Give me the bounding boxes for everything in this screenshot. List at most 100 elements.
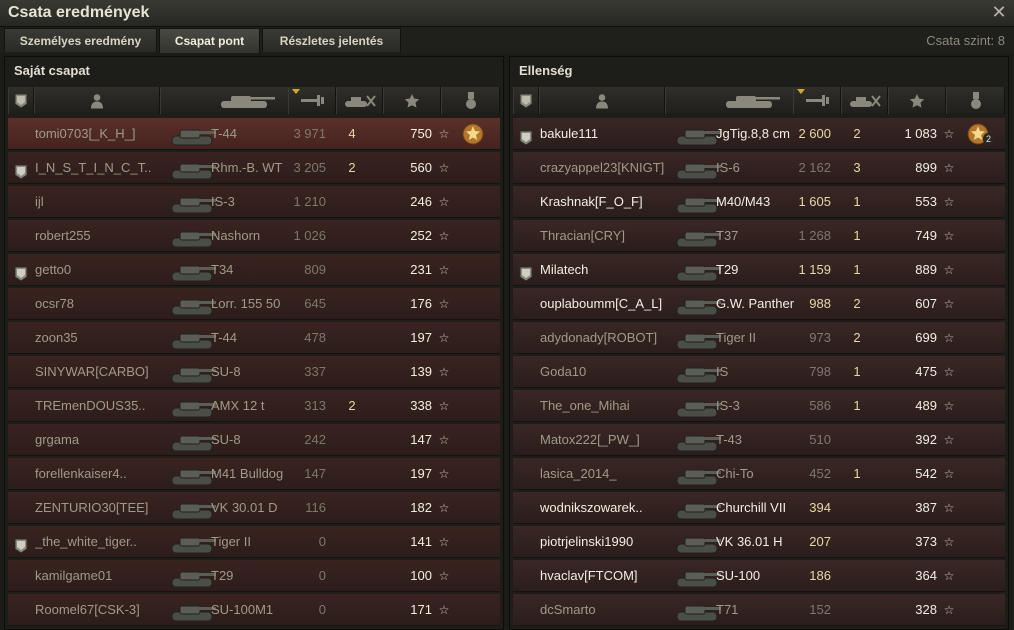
table-row[interactable]: SINYWAR[CARBO] SU-8 337 139 ☆ xyxy=(8,356,500,388)
table-row[interactable]: The_one_Mihai IS-3 586 1 489 ☆ xyxy=(513,390,1005,422)
player-name: The_one_Mihai xyxy=(540,398,630,413)
column-header-medal[interactable] xyxy=(946,87,1005,114)
star-icon: ☆ xyxy=(438,535,450,549)
table-row[interactable]: ijl IS-3 1 210 246 ☆ xyxy=(8,186,500,218)
damage-value: 313 xyxy=(304,398,326,413)
table-row[interactable]: robert255 Nashorn 1 026 252 ☆ xyxy=(8,220,500,252)
tank-icon xyxy=(166,152,216,184)
xp-value: 899 xyxy=(915,160,937,175)
column-header-damage[interactable] xyxy=(288,87,336,114)
medal-icon[interactable] xyxy=(456,118,486,150)
table-row[interactable]: adydonady[ROBOT] Tiger II 973 2 699 ☆ xyxy=(513,322,1005,354)
tab-bar: Személyes eredmény Csapat pont Részletes… xyxy=(0,27,1014,53)
xp-value: 231 xyxy=(410,262,432,277)
player-name: TREmenDOUS35.. xyxy=(35,398,146,413)
column-header-medal[interactable] xyxy=(441,87,500,114)
xp-value: 364 xyxy=(915,568,937,583)
table-row[interactable]: lasica_2014_ Chi-To 452 1 542 ☆ xyxy=(513,458,1005,490)
table-row[interactable]: bakule111 JgTig.8,8 cm 2 600 2 1 083 ☆ 2 xyxy=(513,118,1005,150)
table-row[interactable]: ocsr78 Lorr. 155 50 645 176 ☆ xyxy=(8,288,500,320)
tank-icon xyxy=(671,390,721,422)
player-name: dcSmarto xyxy=(540,602,596,617)
tank-icon xyxy=(166,254,216,286)
table-row[interactable]: dcSmarto T71 152 328 ☆ xyxy=(513,594,1005,626)
column-header-rank[interactable] xyxy=(8,87,34,114)
column-header-player[interactable] xyxy=(34,87,160,114)
damage-value: 152 xyxy=(809,602,831,617)
enemy-team-title: Ellenség xyxy=(519,63,573,78)
damage-value: 1 268 xyxy=(798,228,831,243)
table-row[interactable]: Matox222[_PW_] T-43 510 392 ☆ xyxy=(513,424,1005,456)
column-header-player[interactable] xyxy=(539,87,665,114)
star-icon: ☆ xyxy=(943,263,955,277)
table-row[interactable]: Milatech T29 1 159 1 889 ☆ xyxy=(513,254,1005,286)
xp-value: 889 xyxy=(915,262,937,277)
kills-value: 2 xyxy=(348,160,356,175)
enemy-team-header xyxy=(513,87,1005,114)
damage-value: 1 605 xyxy=(798,194,831,209)
player-name: Milatech xyxy=(540,262,589,277)
player-name: ijl xyxy=(35,194,44,209)
damage-value: 1 026 xyxy=(293,228,326,243)
table-row[interactable]: wodnikszowarek.. Churchill VII 394 387 ☆ xyxy=(513,492,1005,524)
close-icon[interactable]: ✕ xyxy=(990,2,1008,22)
column-header-rank[interactable] xyxy=(513,87,539,114)
xp-value: 373 xyxy=(915,534,937,549)
damage-value: 1 159 xyxy=(798,262,831,277)
player-name: Roomel67[CSK-3] xyxy=(35,602,140,617)
kills-value xyxy=(330,560,374,592)
table-row[interactable]: piotrjelinski1990 VK 36.01 H 207 373 ☆ xyxy=(513,526,1005,558)
tab-personal-result[interactable]: Személyes eredmény xyxy=(4,28,157,52)
xp-value: 328 xyxy=(915,602,937,617)
table-row[interactable]: Thracian[CRY] T37 1 268 1 749 ☆ xyxy=(513,220,1005,252)
xp-value: 197 xyxy=(410,330,432,345)
tank-icon xyxy=(671,594,721,626)
column-header-xp-star[interactable] xyxy=(888,87,946,114)
kills-value xyxy=(330,458,374,490)
star-icon: ☆ xyxy=(943,127,955,141)
damage-value: 116 xyxy=(305,500,326,515)
table-row[interactable]: ZENTURIO30[TEE] VK 30.01 D 116 182 ☆ xyxy=(8,492,500,524)
table-row[interactable]: _the_white_tiger.. Tiger II 0 141 ☆ xyxy=(8,526,500,558)
table-row[interactable]: ouplaboumm[C_A_L] G.W. Panther 988 2 607 ☆ xyxy=(513,288,1005,320)
tab-detailed-report[interactable]: Részletes jelentés xyxy=(262,28,401,52)
column-header-damage[interactable] xyxy=(793,87,841,114)
damage-value: 207 xyxy=(809,534,831,549)
sort-desc-icon xyxy=(292,89,300,94)
table-row[interactable]: Goda10 IS 798 1 475 ☆ xyxy=(513,356,1005,388)
star-icon: ☆ xyxy=(438,195,450,209)
table-row[interactable]: Krashnak[F_O_F] M40/M43 1 605 1 553 ☆ xyxy=(513,186,1005,218)
table-row[interactable]: I_N_S_T_I_N_C_T.. Rhm.-B. WT 3 205 2 560 ☆ xyxy=(8,152,500,184)
table-row[interactable]: zoon35 T-44 478 197 ☆ xyxy=(8,322,500,354)
star-icon: ☆ xyxy=(438,161,450,175)
kills-value xyxy=(835,560,879,592)
table-row[interactable]: grgama SU-8 242 147 ☆ xyxy=(8,424,500,456)
table-row[interactable]: getto0 T34 809 231 ☆ xyxy=(8,254,500,286)
table-row[interactable]: forellenkaiser4.. M41 Bulldog 147 197 ☆ xyxy=(8,458,500,490)
tank-icon xyxy=(166,118,216,150)
table-row[interactable]: tomi0703[_K_H_] T-44 3 971 4 750 ☆ xyxy=(8,118,500,150)
table-row[interactable]: hvaclav[FTCOM] SU-100 186 364 ☆ xyxy=(513,560,1005,592)
star-icon: ☆ xyxy=(943,603,955,617)
kills-value xyxy=(330,254,374,286)
rank-icon xyxy=(12,254,30,286)
player-name: adydonady[ROBOT] xyxy=(540,330,658,345)
tank-icon xyxy=(671,254,721,286)
column-header-xp-star[interactable] xyxy=(383,87,441,114)
column-header-kills[interactable] xyxy=(336,87,383,114)
kills-value: 3 xyxy=(853,160,861,175)
tab-team-score[interactable]: Csapat pont xyxy=(159,28,260,53)
rank-icon xyxy=(517,254,535,286)
damage-value: 1 210 xyxy=(293,194,326,209)
player-name: Matox222[_PW_] xyxy=(540,432,640,447)
sort-desc-icon xyxy=(797,89,805,94)
table-row[interactable]: kamilgame01 T29 0 100 ☆ xyxy=(8,560,500,592)
kills-value xyxy=(330,288,374,320)
battle-level: Csata szint: 8 xyxy=(926,33,1005,48)
table-row[interactable]: crazyappel23[KNIGT] IS-6 2 162 3 899 ☆ xyxy=(513,152,1005,184)
table-row[interactable]: Roomel67[CSK-3] SU-100M1 0 171 ☆ xyxy=(8,594,500,626)
rank-icon xyxy=(12,152,30,184)
table-row[interactable]: TREmenDOUS35.. AMX 12 t 313 2 338 ☆ xyxy=(8,390,500,422)
player-name: bakule111 xyxy=(540,126,599,141)
column-header-kills[interactable] xyxy=(841,87,888,114)
